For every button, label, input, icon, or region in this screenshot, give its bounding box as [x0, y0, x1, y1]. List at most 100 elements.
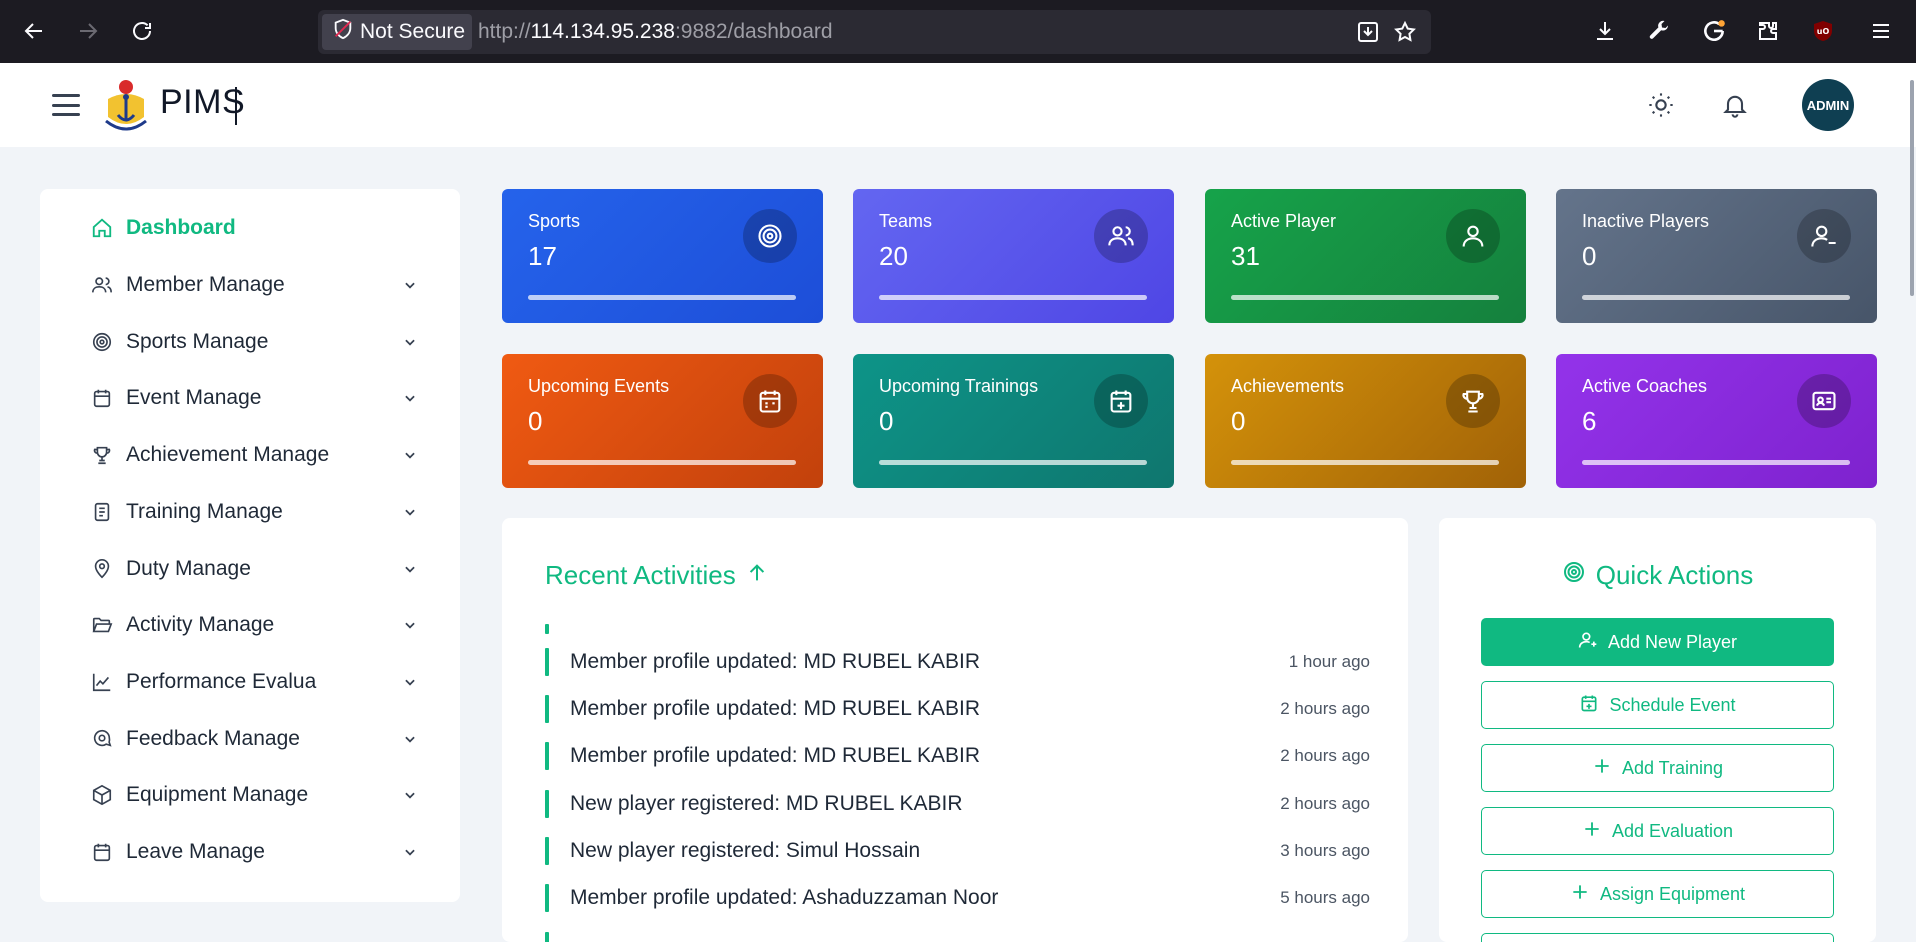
target-icon: [90, 330, 114, 354]
theme-toggle-sun-icon[interactable]: [1641, 85, 1681, 125]
home-icon: [90, 216, 114, 240]
sidebar-item-performance-evaluation[interactable]: Performance Evalua: [90, 662, 420, 702]
pims-logo: [100, 77, 152, 133]
card-progress-bar: [1231, 460, 1499, 465]
stat-card-sports[interactable]: Sports 17: [502, 189, 823, 323]
stat-card-active-player[interactable]: Active Player 31: [1205, 189, 1526, 323]
chevron-down-icon: [400, 332, 420, 352]
activity-item[interactable]: New player registered: MD RUBEL KABIR 2 h…: [545, 790, 1370, 818]
message-search-icon: [90, 727, 114, 751]
sidebar-item-member-manage[interactable]: Member Manage: [90, 265, 420, 305]
address-bar[interactable]: Not Secure http://114.134.95.238:9882/da…: [318, 10, 1431, 54]
calendar-icon: [743, 374, 797, 428]
quick-action-button-partial[interactable]: [1481, 933, 1834, 942]
card-progress-bar: [1231, 295, 1499, 300]
brand-name: PIMS: [160, 83, 246, 121]
security-label: Not Secure: [360, 20, 466, 43]
add-evaluation-button[interactable]: Add Evaluation: [1481, 807, 1834, 855]
users-icon: [1094, 209, 1148, 263]
schedule-event-button[interactable]: Schedule Event: [1481, 681, 1834, 729]
account-sync-icon[interactable]: [1697, 14, 1731, 48]
add-new-player-button[interactable]: Add New Player: [1481, 618, 1834, 666]
ublock-icon[interactable]: uO: [1806, 14, 1840, 48]
sidebar-item-activity-manage[interactable]: Activity Manage: [90, 605, 420, 645]
user-avatar[interactable]: ADMIN: [1802, 79, 1854, 131]
page-scrollbar[interactable]: [1910, 80, 1914, 296]
quick-actions-title: Quick Actions: [1439, 560, 1876, 591]
url-text[interactable]: http://114.134.95.238:9882/dashboard: [478, 20, 833, 44]
downloads-icon[interactable]: [1588, 14, 1622, 48]
sidebar-item-training-manage[interactable]: Training Manage: [90, 492, 420, 532]
folder-open-icon: [90, 613, 114, 637]
user-minus-icon: [1797, 209, 1851, 263]
trophy-icon: [90, 443, 114, 467]
trophy-icon: [1446, 374, 1500, 428]
chevron-down-icon: [400, 388, 420, 408]
users-icon: [90, 273, 114, 297]
assign-equipment-button[interactable]: Assign Equipment: [1481, 870, 1834, 918]
chevron-down-icon: [400, 445, 420, 465]
recent-activities-title: Recent Activities: [545, 560, 768, 591]
card-progress-bar: [1582, 460, 1850, 465]
reload-button[interactable]: [125, 14, 159, 48]
card-progress-bar: [1582, 295, 1850, 300]
stat-card-achievements[interactable]: Achievements 0: [1205, 354, 1526, 488]
target-icon: [1562, 560, 1586, 591]
stat-card-upcoming-trainings[interactable]: Upcoming Trainings 0: [853, 354, 1174, 488]
sidebar-item-achievement-manage[interactable]: Achievement Manage: [90, 435, 420, 475]
user-icon: [1446, 209, 1500, 263]
sidebar-item-equipment-manage[interactable]: Equipment Manage: [90, 775, 420, 815]
sidebar-item-duty-manage[interactable]: Duty Manage: [90, 549, 420, 589]
chevron-down-icon: [400, 785, 420, 805]
stat-card-inactive-players[interactable]: Inactive Players 0: [1556, 189, 1877, 323]
sidebar-item-event-manage[interactable]: Event Manage: [90, 378, 420, 418]
text-caret: [235, 87, 237, 125]
stat-card-teams[interactable]: Teams 20: [853, 189, 1174, 323]
notifications-bell-icon[interactable]: [1715, 85, 1755, 125]
book-icon: [90, 500, 114, 524]
plus-icon: [1582, 819, 1602, 844]
calendar-icon: [90, 386, 114, 410]
activity-item[interactable]: Member profile updated: MD RUBEL KABIR 2 …: [545, 695, 1370, 723]
stat-card-upcoming-events[interactable]: Upcoming Events 0: [502, 354, 823, 488]
browser-toolbar: Not Secure http://114.134.95.238:9882/da…: [0, 0, 1916, 63]
chart-line-icon: [90, 670, 114, 694]
back-button[interactable]: [17, 14, 51, 48]
sidebar-item-dashboard[interactable]: Dashboard: [90, 208, 420, 248]
add-training-button[interactable]: Add Training: [1481, 744, 1834, 792]
sidebar-item-sports-manage[interactable]: Sports Manage: [90, 322, 420, 362]
sidebar-item-leave-manage[interactable]: Leave Manage: [90, 832, 420, 872]
page-save-icon[interactable]: [1352, 16, 1384, 48]
id-card-icon: [1797, 374, 1851, 428]
sidebar-toggle-button[interactable]: [48, 89, 84, 121]
wrench-icon[interactable]: [1642, 14, 1676, 48]
stat-card-active-coaches[interactable]: Active Coaches 6: [1556, 354, 1877, 488]
chevron-down-icon: [400, 729, 420, 749]
activity-item[interactable]: Member profile updated: MD RUBEL KABIR 2 …: [545, 742, 1370, 770]
sidebar: Dashboard Member Manage Sports Manage Ev…: [40, 189, 460, 902]
calendar-plus-icon: [1579, 693, 1599, 718]
recent-activities-panel: Recent Activities Member profile updated…: [502, 518, 1408, 942]
box-icon: [90, 783, 114, 807]
chevron-down-icon: [400, 559, 420, 579]
target-icon: [743, 209, 797, 263]
menu-icon[interactable]: [1864, 14, 1898, 48]
activity-item[interactable]: New player registered: Simul Hossain 3 ho…: [545, 837, 1370, 865]
forward-button[interactable]: [71, 14, 105, 48]
security-indicator[interactable]: Not Secure: [322, 14, 472, 50]
user-plus-icon: [1578, 630, 1598, 655]
quick-actions-panel: Quick Actions Add New Player Schedule Ev…: [1439, 518, 1876, 942]
card-progress-bar: [528, 295, 796, 300]
sidebar-item-feedback-manage[interactable]: Feedback Manage: [90, 719, 420, 759]
chevron-down-icon: [400, 502, 420, 522]
list-item-partial: [545, 932, 1370, 942]
calendar-plus-icon: [1094, 374, 1148, 428]
card-progress-bar: [879, 295, 1147, 300]
activity-item[interactable]: Member profile updated: Ashaduzzaman Noo…: [545, 884, 1370, 912]
bookmark-star-icon[interactable]: [1389, 16, 1421, 48]
card-progress-bar: [879, 460, 1147, 465]
activity-item[interactable]: Member profile updated: MD RUBEL KABIR 1 …: [545, 648, 1370, 676]
extensions-icon[interactable]: [1751, 14, 1785, 48]
chevron-down-icon: [400, 672, 420, 692]
plus-icon: [1592, 756, 1612, 781]
